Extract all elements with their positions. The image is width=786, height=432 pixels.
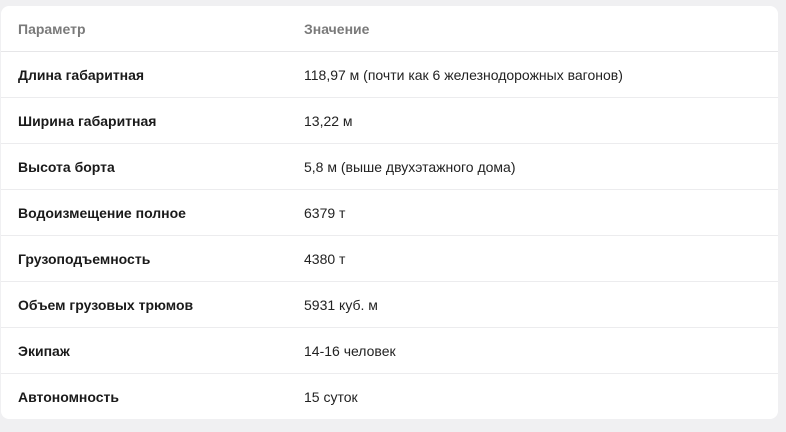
table-row: Водоизмещение полное 6379 т (1, 189, 778, 236)
specs-table: Параметр Значение Длина габаритная 118,9… (1, 6, 778, 419)
param-cell: Автономность (18, 388, 120, 405)
param-cell: Водоизмещение полное (1, 189, 287, 236)
table-row: Длина габаритная 118,97 м (почти как 6 ж… (1, 51, 778, 98)
param-cell: Грузоподъемность (1, 235, 287, 282)
param-cell: Высота борта (1, 143, 287, 190)
header-value: Значение (287, 6, 778, 52)
table-row: Объем грузовых трюмов 5931 куб. м (1, 281, 778, 328)
value-cell: 6379 т (287, 189, 778, 236)
table-header: Параметр Значение (1, 6, 778, 52)
value-cell: 118,97 м (почти как 6 железнодорожных ва… (287, 51, 778, 98)
table-row: Высота борта 5,8 м (выше двухэтажного до… (1, 143, 778, 190)
value-cell: 5,8 м (выше двухэтажного дома) (287, 143, 778, 190)
table-row: Ширина габаритная 13,22 м (1, 97, 778, 144)
param-cell: Экипаж (1, 327, 287, 374)
value-cell: 4380 т (287, 235, 778, 282)
param-cell: Объем грузовых трюмов (1, 281, 287, 328)
header-param: Параметр (1, 6, 287, 52)
value-cell: 5931 куб. м (287, 281, 778, 328)
value-cell: 15 суток (304, 388, 358, 405)
table-body: Длина габаритная 118,97 м (почти как 6 ж… (1, 51, 778, 420)
value-cell: 14-16 человек (287, 327, 778, 374)
value-cell: 13,22 м (287, 97, 778, 144)
param-cell: Ширина габаритная (1, 97, 287, 144)
header-row: Параметр Значение (1, 6, 778, 52)
table-row: Автономность 15 суток (1, 374, 778, 420)
param-cell: Длина габаритная (1, 51, 287, 98)
specs-table-card: Параметр Значение Длина габаритная 118,9… (1, 6, 778, 419)
table-row: Грузоподъемность 4380 т (1, 235, 778, 282)
table-row: Экипаж 14-16 человек (1, 327, 778, 374)
